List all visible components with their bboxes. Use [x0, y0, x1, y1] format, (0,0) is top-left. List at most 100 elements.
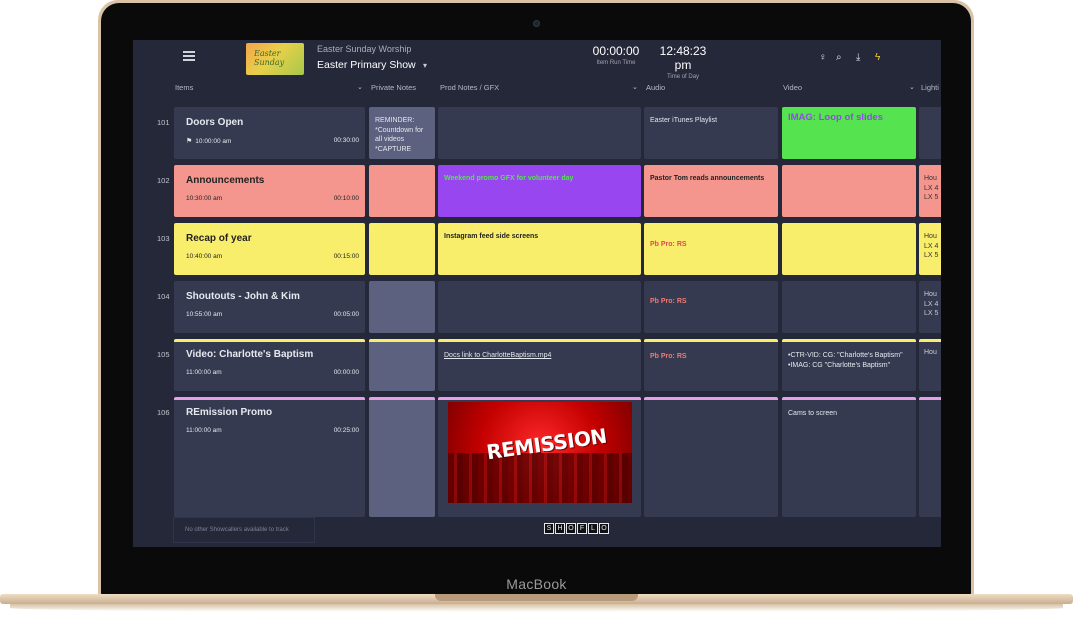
show-title-selector[interactable]: Easter Primary Show — [317, 59, 416, 71]
video-cell[interactable] — [782, 165, 916, 217]
row-color-strip — [782, 339, 916, 342]
private-notes-cell[interactable] — [369, 165, 435, 217]
shoflo-logo: S H O F L O — [544, 523, 609, 534]
item-title: Video: Charlotte's Baptism — [186, 349, 314, 360]
row-color-strip — [174, 339, 365, 342]
column-header-prod-notes[interactable]: Prod Notes / GFX ⌄ — [440, 83, 640, 92]
lighting-cell[interactable] — [919, 397, 941, 517]
private-notes-cell[interactable]: REMINDER: *Countdown for all videos *CAP… — [369, 107, 435, 159]
cell-text: IMAG: Loop of slides — [788, 112, 883, 123]
audio-cell[interactable]: Pb Pro: RS — [644, 339, 778, 391]
column-header-video[interactable]: Video ⌄ — [783, 83, 918, 92]
item-cell[interactable]: Shoutouts - John & Kim 10:55:00 am 00:05… — [174, 281, 365, 333]
row-number: 105 — [157, 350, 170, 359]
logo-letter: F — [577, 523, 587, 534]
item-duration: 00:15:00 — [333, 253, 359, 260]
column-header-lighting[interactable]: Lighti — [921, 83, 941, 92]
lighting-cell[interactable]: Hou — [919, 339, 941, 391]
row-number: 106 — [157, 408, 170, 417]
laptop-base-notch — [435, 594, 638, 601]
logo-letter: O — [566, 523, 576, 534]
hamburger-menu-icon[interactable] — [183, 51, 195, 61]
show-subtitle: Easter Sunday Worship — [317, 44, 412, 54]
cell-text: Cams to screen — [788, 410, 838, 417]
lighting-cell[interactable] — [919, 107, 941, 159]
download-icon[interactable]: ⤓ — [856, 52, 860, 63]
cell-text: Hou LX 4 LX 5 — [924, 175, 939, 201]
video-cell[interactable]: •CTR-VID: CG: "Charlotte's Baptism" •IMA… — [782, 339, 916, 391]
lightning-icon[interactable]: ϟ — [875, 52, 880, 63]
device-brand-label: MacBook — [506, 576, 567, 592]
prod-notes-cell[interactable]: Docs link to CharlotteBaptism.mp4 — [438, 339, 641, 391]
audio-cell[interactable] — [644, 397, 778, 517]
row-color-strip — [369, 339, 435, 342]
cell-text: Hou — [924, 349, 937, 356]
doc-link[interactable]: Docs link to CharlotteBaptism.mp4 — [444, 351, 637, 361]
item-cell[interactable]: Doors Open ⚑ 10:00:00 am 00:30:00 — [174, 107, 365, 159]
row-color-strip — [438, 397, 641, 400]
video-cell[interactable] — [782, 223, 916, 275]
row-color-strip — [644, 339, 778, 342]
item-start-value: 10:00:00 am — [195, 138, 232, 145]
lightbulb-icon[interactable]: ♀ — [819, 52, 827, 63]
chevron-down-icon[interactable]: ⌄ — [357, 83, 363, 91]
chevron-down-icon[interactable]: ⌄ — [909, 83, 915, 91]
cell-text: Pb Pro: RS — [650, 353, 687, 360]
video-cell[interactable] — [782, 281, 916, 333]
cell-text: Pb Pro: RS — [650, 298, 687, 305]
row-number: 101 — [157, 118, 170, 127]
video-cell[interactable]: Cams to screen — [782, 397, 916, 517]
chevron-down-icon[interactable]: ⌄ — [632, 83, 638, 91]
item-cell[interactable]: REmission Promo 11:00:00 am 00:25:00 — [174, 397, 365, 517]
promo-image[interactable]: REMISSION — [448, 402, 632, 503]
column-header-items[interactable]: Items ⌄ — [175, 83, 365, 92]
lighting-cell[interactable]: Hou LX 4 LX 5 — [919, 281, 941, 333]
row-color-strip — [438, 339, 641, 342]
item-cell[interactable]: Video: Charlotte's Baptism 11:00:00 am 0… — [174, 339, 365, 391]
audio-cell[interactable]: Pb Pro: RS — [644, 223, 778, 275]
item-title: Doors Open — [186, 117, 244, 128]
laptop-shadow — [10, 604, 1063, 612]
prod-notes-cell[interactable] — [438, 281, 641, 333]
private-notes-cell[interactable] — [369, 339, 435, 391]
thumbnail-text: Easter Sunday — [254, 49, 285, 67]
private-notes-cell[interactable] — [369, 223, 435, 275]
show-thumbnail: Easter Sunday — [246, 43, 304, 75]
item-run-time-label: Item Run Time — [596, 60, 636, 66]
cell-text: •CTR-VID: CG: "Charlotte's Baptism" •IMA… — [788, 352, 903, 369]
flag-icon: ⚑ — [186, 138, 193, 145]
column-header-private-notes[interactable]: Private Notes — [371, 83, 437, 92]
item-title: REmission Promo — [186, 407, 273, 418]
item-start-time: ⚑ 10:00:00 am — [186, 137, 231, 145]
camera-icon — [533, 20, 540, 27]
showcallers-note: No other Showcallers available to track — [173, 517, 315, 543]
row-number: 103 — [157, 234, 170, 243]
item-cell[interactable]: Announcements 10:30:00 am 00:10:00 — [174, 165, 365, 217]
logo-letter: S — [544, 523, 554, 534]
prod-notes-cell[interactable]: REMISSION — [438, 397, 641, 517]
row-color-strip — [919, 339, 941, 342]
app-screen: Easter Sunday Easter Sunday Worship East… — [133, 40, 941, 547]
logo-letter: H — [555, 523, 565, 534]
city-skyline-graphic — [448, 453, 632, 503]
search-icon[interactable]: ⌕ — [836, 52, 842, 63]
column-header-audio[interactable]: Audio — [646, 83, 776, 92]
prod-notes-cell[interactable]: Weekend promo GFX for volunteer day — [438, 165, 641, 217]
item-run-time-value: 00:00:00 — [592, 44, 640, 58]
audio-cell[interactable]: Pb Pro: RS — [644, 281, 778, 333]
prod-notes-cell[interactable] — [438, 107, 641, 159]
private-notes-cell[interactable] — [369, 281, 435, 333]
column-header-label: Lighti — [921, 83, 939, 92]
item-duration: 00:10:00 — [333, 195, 359, 202]
lighting-cell[interactable]: Hou LX 4 LX 5 — [919, 223, 941, 275]
audio-cell[interactable]: Easter iTunes Playlist — [644, 107, 778, 159]
prod-notes-cell[interactable]: Instagram feed side screens — [438, 223, 641, 275]
item-cell[interactable]: Recap of year 10:40:00 am 00:15:00 — [174, 223, 365, 275]
audio-cell[interactable]: Pastor Tom reads announcements — [644, 165, 778, 217]
private-notes-cell[interactable] — [369, 397, 435, 517]
row-color-strip — [644, 397, 778, 400]
lighting-cell[interactable]: Hou LX 4 LX 5 — [919, 165, 941, 217]
chevron-down-icon[interactable]: ▾ — [423, 61, 427, 70]
cell-text: Pb Pro: RS — [650, 241, 687, 248]
video-cell[interactable]: IMAG: Loop of slides — [782, 107, 916, 159]
